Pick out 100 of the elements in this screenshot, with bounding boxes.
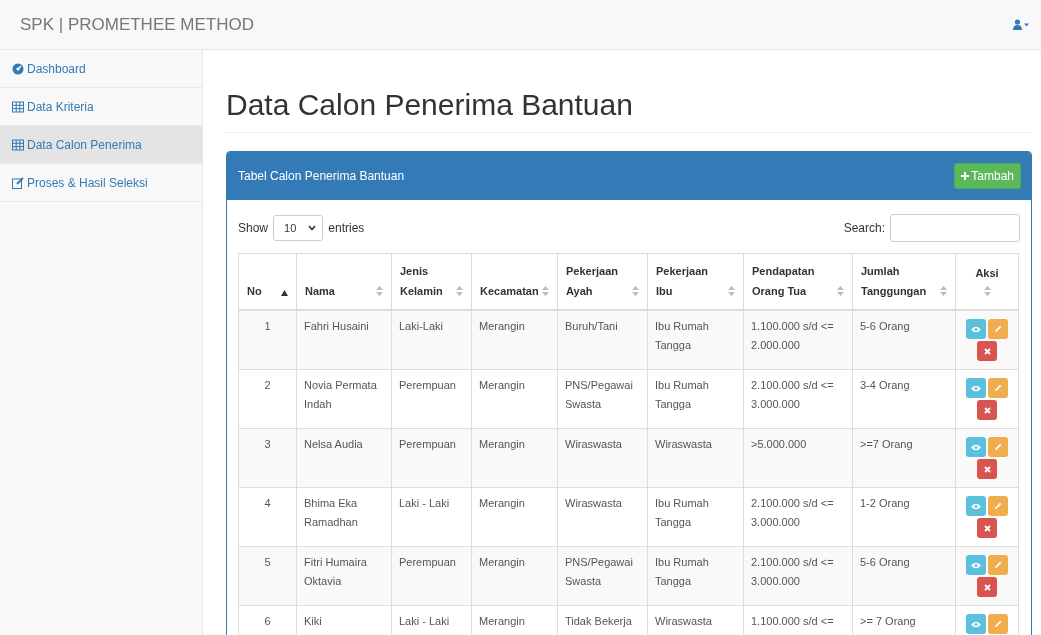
pencil-icon	[994, 325, 1002, 333]
table-cell: Ibu Rumah Tangga	[655, 320, 709, 351]
table-cell: Ibu Rumah Tangga	[655, 556, 709, 587]
search-field[interactable]	[890, 214, 1020, 242]
view-button[interactable]	[966, 614, 986, 634]
table-cell: 5	[264, 556, 271, 568]
table-cell: Laki - Laki	[399, 615, 450, 627]
table-cell: 1.100.000 s/d <=	[751, 615, 834, 627]
view-button[interactable]	[966, 437, 986, 457]
table-cell: Ibu Rumah Tangga	[655, 497, 709, 528]
eye-icon	[971, 502, 981, 510]
table-cell: >=7 Orang	[860, 438, 913, 450]
sidebar-item[interactable]: Proses & Hasil Seleksi	[0, 164, 202, 202]
table-cell: Nelsa Audia	[304, 438, 363, 450]
panel-title: Tabel Calon Penerima Bantuan	[238, 169, 405, 183]
table-cell: >5.000.000	[751, 438, 807, 450]
table-cell: 5-6 Orang	[860, 320, 910, 332]
close-icon	[983, 524, 991, 532]
eye-icon	[971, 620, 981, 628]
gauge-icon	[12, 62, 24, 75]
table-cell: 1	[264, 320, 271, 332]
show-label: Show	[238, 221, 269, 235]
table-cell: Merangin	[479, 320, 525, 332]
table-cell: Kiki	[304, 615, 322, 627]
table-cell: Bhima Eka Ramadhan	[304, 497, 358, 528]
edit-button[interactable]	[988, 614, 1008, 634]
table-cell: 4	[264, 497, 271, 509]
table-icon	[12, 100, 24, 113]
table-cell: Wiraswasta	[565, 497, 622, 509]
table-cell: Buruh/Tani	[565, 320, 618, 332]
table-cell: Perempuan	[399, 379, 456, 391]
brand-title[interactable]: SPK | PROMETHEE METHOD	[20, 14, 254, 35]
table-cell: Ibu Rumah Tangga	[655, 379, 709, 410]
close-icon	[983, 465, 991, 473]
page-size-select[interactable]: 10	[273, 215, 324, 241]
edit-button[interactable]	[988, 555, 1008, 575]
eye-icon	[971, 384, 981, 392]
delete-button[interactable]	[977, 518, 997, 538]
edit-button[interactable]	[988, 319, 1008, 339]
chevron-down-icon	[308, 225, 317, 231]
table-cell: Merangin	[479, 615, 525, 627]
sidebar-item[interactable]: Data Calon Penerima	[0, 126, 202, 164]
edit-button[interactable]	[988, 437, 1008, 457]
view-button[interactable]	[966, 496, 986, 516]
table-cell: Laki-Laki	[399, 320, 444, 332]
table-cell: 3	[264, 438, 271, 450]
table-cell: Merangin	[479, 556, 525, 568]
pencil-icon	[994, 502, 1002, 510]
table-cell: Merangin	[479, 438, 525, 450]
plus-icon	[961, 172, 970, 180]
table-cell: Laki - Laki	[399, 497, 450, 509]
table-icon	[12, 138, 24, 151]
table-cell: 1-2 Orang	[860, 497, 910, 509]
table-cell: Novia Permata Indah	[304, 379, 377, 410]
table-cell: 2	[264, 379, 271, 391]
delete-button[interactable]	[977, 459, 997, 479]
table-cell: Fitri Humaira Oktavia	[304, 556, 367, 587]
page-title: Data Calon Penerima Bantuan	[226, 88, 1032, 133]
table-cell: Merangin	[479, 497, 525, 509]
pencil-icon	[994, 384, 1002, 392]
table-cell: Fahri Husaini	[304, 320, 369, 332]
table-cell: 2.100.000 s/d <= 3.000.000	[751, 497, 834, 528]
column-header[interactable]: Nama	[305, 281, 335, 301]
sidebar-item[interactable]: Dashboard	[0, 50, 202, 88]
user-menu[interactable]	[1013, 19, 1029, 30]
edit-button[interactable]	[988, 378, 1008, 398]
table-cell: Wiraswasta	[565, 438, 622, 450]
table-cell: >= 7 Orang	[860, 615, 916, 627]
pencil-icon	[994, 620, 1002, 628]
view-button[interactable]	[966, 555, 986, 575]
entries-label: entries	[328, 221, 365, 235]
eye-icon	[971, 561, 981, 569]
column-header[interactable]: Aksi	[975, 263, 999, 283]
close-icon	[983, 406, 991, 414]
user-icon	[1013, 19, 1029, 30]
table-cell: 6	[264, 615, 271, 627]
table-cell: Perempuan	[399, 438, 456, 450]
delete-button[interactable]	[977, 341, 997, 361]
table-cell: 1.100.000 s/d <= 2.000.000	[751, 320, 834, 351]
column-header[interactable]: No	[247, 281, 262, 301]
table-cell: Tidak Bekerja	[565, 615, 632, 627]
delete-button[interactable]	[977, 577, 997, 597]
eye-icon	[971, 443, 981, 451]
close-icon	[983, 583, 991, 591]
close-icon	[983, 347, 991, 355]
view-button[interactable]	[966, 378, 986, 398]
table-cell: Merangin	[479, 379, 525, 391]
search-label: Search:	[843, 221, 885, 235]
view-button[interactable]	[966, 319, 986, 339]
delete-button[interactable]	[977, 400, 997, 420]
table-cell: 5-6 Orang	[860, 556, 910, 568]
pencil-icon	[994, 561, 1002, 569]
edit-button[interactable]	[988, 496, 1008, 516]
table-cell: 2.100.000 s/d <= 3.000.000	[751, 556, 834, 587]
eye-icon	[971, 325, 981, 333]
table-cell: 2.100.000 s/d <= 3.000.000	[751, 379, 834, 410]
table-cell: 3-4 Orang	[860, 379, 910, 391]
table-cell: Wiraswasta	[655, 615, 712, 627]
edit-icon	[12, 176, 24, 189]
table-cell: Perempuan	[399, 556, 456, 568]
